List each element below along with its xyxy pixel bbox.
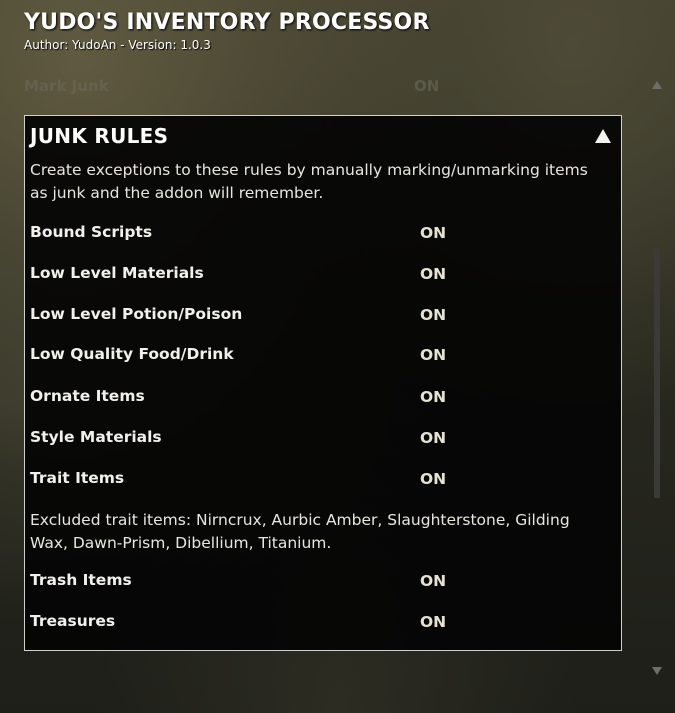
rule-value[interactable]: ON <box>420 388 446 406</box>
setting-row-mark-junk[interactable]: Mark Junk ON <box>24 77 615 95</box>
settings-scrollbar[interactable] <box>648 78 666 680</box>
rule-label: Style Materials <box>30 428 162 446</box>
rule-row-style-materials[interactable]: Style Materials ON <box>30 428 615 450</box>
scroll-down-arrow-icon[interactable] <box>652 666 662 676</box>
excluded-traits-note: Excluded trait items: Nirncrux, Aurbic A… <box>30 511 570 552</box>
scroll-up-arrow-icon[interactable] <box>652 80 662 90</box>
rule-label: Ornate Items <box>30 387 145 405</box>
rule-value[interactable]: ON <box>420 265 446 283</box>
rule-row-low-level-potion-poison[interactable]: Low Level Potion/Poison ON <box>30 305 615 327</box>
rule-row-treasures[interactable]: Treasures ON <box>30 612 615 634</box>
rule-value[interactable]: ON <box>420 572 446 590</box>
rule-label: Low Level Materials <box>30 264 204 282</box>
rule-value[interactable]: ON <box>420 306 446 324</box>
section-title: JUNK RULES <box>30 124 169 148</box>
rule-label: Trash Items <box>30 571 132 589</box>
section-description: Create exceptions to these rules by manu… <box>30 161 588 202</box>
rule-label: Treasures <box>30 612 116 630</box>
rule-row-low-quality-food-drink[interactable]: Low Quality Food/Drink ON <box>30 345 615 367</box>
rule-row-trash-items[interactable]: Trash Items ON <box>30 571 615 593</box>
addon-author-version: Author: YudoAn - Version: 1.0.3 <box>24 38 211 52</box>
rule-row-trait-items[interactable]: Trait Items ON <box>30 469 615 491</box>
addon-header: YUDO'S INVENTORY PROCESSOR Author: YudoA… <box>24 10 430 52</box>
rule-value[interactable]: ON <box>420 470 446 488</box>
setting-value[interactable]: ON <box>414 77 439 95</box>
rule-label: Low Quality Food/Drink <box>30 345 234 363</box>
rule-value[interactable]: ON <box>420 224 446 242</box>
rule-label: Low Level Potion/Poison <box>30 305 243 323</box>
scroll-thumb[interactable] <box>654 248 660 498</box>
junk-rules-panel: JUNK RULES Create exceptions to these ru… <box>24 115 622 651</box>
rule-value[interactable]: ON <box>420 613 446 631</box>
rule-row-ornate-items[interactable]: Ornate Items ON <box>30 387 615 409</box>
addon-title: YUDO'S INVENTORY PROCESSOR <box>24 10 430 35</box>
setting-label: Mark Junk <box>24 77 109 95</box>
rule-value[interactable]: ON <box>420 429 446 447</box>
rule-row-low-level-materials[interactable]: Low Level Materials ON <box>30 264 615 286</box>
section-header[interactable]: JUNK RULES <box>30 124 616 150</box>
rule-label: Trait Items <box>30 469 125 487</box>
rule-row-bound-scripts[interactable]: Bound Scripts ON <box>30 223 615 245</box>
rule-value[interactable]: ON <box>420 346 446 364</box>
triangle-up-icon[interactable] <box>594 127 612 145</box>
rule-label: Bound Scripts <box>30 223 153 241</box>
